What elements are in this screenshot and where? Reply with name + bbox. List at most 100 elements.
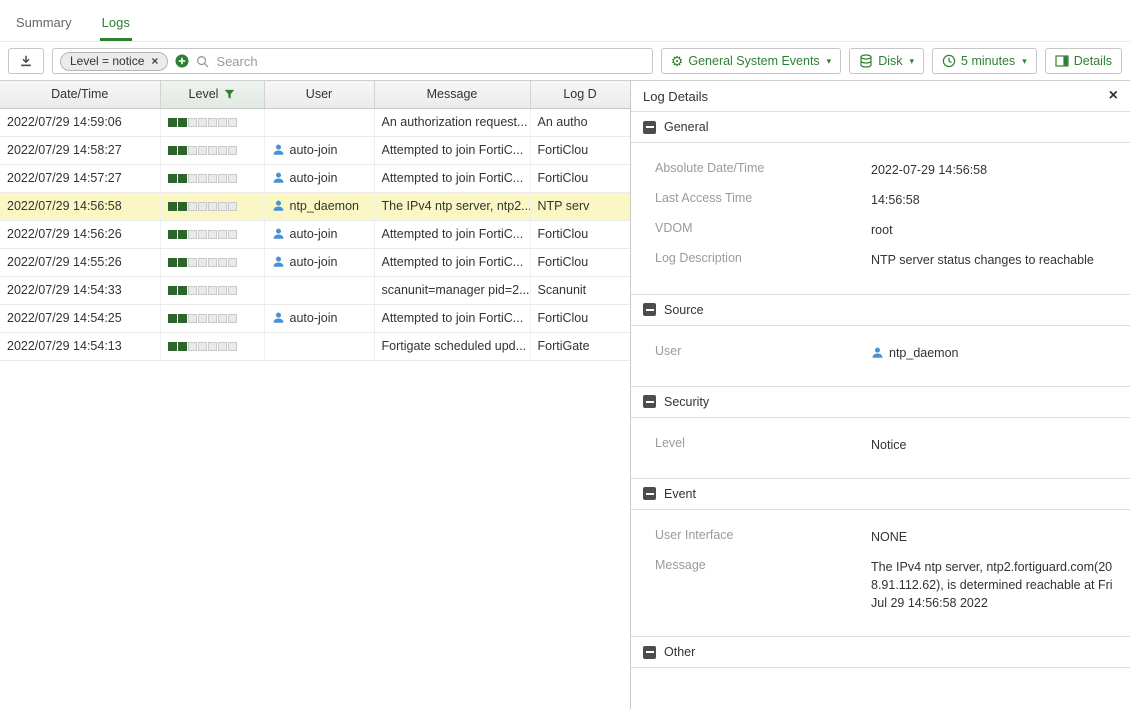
gear-icon: ⚙ bbox=[671, 54, 684, 68]
table-row[interactable]: 2022/07/29 14:55:26 auto-join Attempted … bbox=[0, 248, 630, 276]
table-row[interactable]: 2022/07/29 14:58:27 auto-join Attempted … bbox=[0, 136, 630, 164]
details-panel-title: Log Details bbox=[643, 89, 708, 104]
log-table: Date/Time Level User Message Log D bbox=[0, 81, 631, 361]
field-label: User bbox=[655, 344, 871, 362]
toolbar: Level = notice × ⚙ General System Events… bbox=[0, 42, 1130, 80]
section-title: Security bbox=[664, 395, 709, 409]
field-value: NTP server status changes to reachable bbox=[871, 251, 1114, 269]
user-name: auto-join bbox=[290, 255, 338, 269]
user-icon bbox=[272, 199, 285, 212]
search-box[interactable]: Level = notice × bbox=[52, 48, 653, 74]
table-row[interactable]: 2022/07/29 14:57:27 auto-join Attempted … bbox=[0, 164, 630, 192]
table-row[interactable]: 2022/07/29 14:54:33 scanunit=manager pid… bbox=[0, 276, 630, 304]
cell-log-description: FortiGate bbox=[530, 332, 630, 360]
details-sections: General Absolute Date/Time 2022-07-29 14… bbox=[631, 111, 1130, 709]
cell-level bbox=[160, 304, 264, 332]
time-range-label: 5 minutes bbox=[961, 54, 1015, 68]
collapse-icon[interactable] bbox=[643, 121, 656, 134]
details-toggle-button[interactable]: Details bbox=[1045, 48, 1122, 74]
tab-summary[interactable]: Summary bbox=[14, 4, 74, 41]
table-row[interactable]: 2022/07/29 14:54:25 auto-join Attempted … bbox=[0, 304, 630, 332]
chevron-down-icon: ▾ bbox=[1022, 56, 1027, 67]
disk-icon bbox=[859, 54, 873, 68]
level-indicator bbox=[168, 342, 237, 351]
cell-datetime: 2022/07/29 14:56:26 bbox=[0, 220, 160, 248]
cell-message: The IPv4 ntp server, ntp2... bbox=[374, 192, 530, 220]
log-viewer-app: Summary Logs Level = notice × bbox=[0, 0, 1130, 709]
detail-field: Absolute Date/Time 2022-07-29 14:56:58 bbox=[631, 155, 1130, 185]
section-title: Source bbox=[664, 303, 704, 317]
cell-message: Attempted to join FortiC... bbox=[374, 248, 530, 276]
download-icon bbox=[19, 54, 33, 68]
level-indicator bbox=[168, 258, 237, 267]
filter-chip-remove-icon[interactable]: × bbox=[151, 55, 158, 67]
tab-bar: Summary Logs bbox=[0, 0, 1130, 42]
section-header[interactable]: Other bbox=[631, 636, 1130, 668]
disk-dropdown-label: Disk bbox=[878, 54, 902, 68]
table-header-row: Date/Time Level User Message Log D bbox=[0, 81, 630, 108]
section-header[interactable]: Event bbox=[631, 478, 1130, 510]
cell-log-description: FortiClou bbox=[530, 164, 630, 192]
user-icon bbox=[871, 346, 884, 359]
section-header[interactable]: Source bbox=[631, 294, 1130, 326]
section-fields: Level Notice bbox=[631, 418, 1130, 478]
section-title: General bbox=[664, 120, 708, 134]
cell-message: Fortigate scheduled upd... bbox=[374, 332, 530, 360]
field-value: 2022-07-29 14:56:58 bbox=[871, 161, 1114, 179]
level-indicator bbox=[168, 174, 237, 183]
collapse-icon[interactable] bbox=[643, 303, 656, 316]
field-label: Message bbox=[655, 558, 871, 612]
cell-log-description: FortiClou bbox=[530, 248, 630, 276]
section-header[interactable]: Security bbox=[631, 386, 1130, 418]
column-header-logdesc[interactable]: Log D bbox=[530, 81, 630, 108]
cell-log-description: FortiClou bbox=[530, 136, 630, 164]
close-icon[interactable]: × bbox=[1109, 88, 1118, 104]
user-name: auto-join bbox=[290, 143, 338, 157]
cell-message: Attempted to join FortiC... bbox=[374, 304, 530, 332]
section-header[interactable]: General bbox=[631, 111, 1130, 143]
detail-field: User Interface NONE bbox=[631, 522, 1130, 552]
details-section: Other bbox=[631, 636, 1130, 668]
table-row[interactable]: 2022/07/29 14:56:26 auto-join Attempted … bbox=[0, 220, 630, 248]
column-header-user[interactable]: User bbox=[264, 81, 374, 108]
table-row[interactable]: 2022/07/29 14:59:06 An authorization req… bbox=[0, 108, 630, 136]
events-dropdown[interactable]: ⚙ General System Events ▾ bbox=[661, 48, 841, 74]
user-name: auto-join bbox=[290, 171, 338, 185]
details-section: Event User Interface NONE Message The IP… bbox=[631, 478, 1130, 637]
chevron-down-icon: ▾ bbox=[827, 56, 832, 67]
cell-level bbox=[160, 276, 264, 304]
collapse-icon[interactable] bbox=[643, 395, 656, 408]
collapse-icon[interactable] bbox=[643, 487, 656, 500]
cell-level bbox=[160, 220, 264, 248]
disk-dropdown[interactable]: Disk ▾ bbox=[849, 48, 924, 74]
level-indicator bbox=[168, 146, 237, 155]
collapse-icon[interactable] bbox=[643, 646, 656, 659]
search-input[interactable] bbox=[216, 54, 644, 69]
level-indicator bbox=[168, 118, 237, 127]
column-header-level[interactable]: Level bbox=[160, 81, 264, 108]
field-label: Level bbox=[655, 436, 871, 454]
download-button[interactable] bbox=[8, 48, 44, 74]
column-header-datetime[interactable]: Date/Time bbox=[0, 81, 160, 108]
filter-chip[interactable]: Level = notice × bbox=[60, 52, 168, 71]
tab-logs[interactable]: Logs bbox=[100, 4, 132, 41]
cell-log-description: FortiClou bbox=[530, 220, 630, 248]
user-icon bbox=[272, 171, 285, 184]
column-header-message[interactable]: Message bbox=[374, 81, 530, 108]
add-filter-icon[interactable] bbox=[175, 54, 189, 68]
cell-message: Attempted to join FortiC... bbox=[374, 220, 530, 248]
cell-log-description: Scanunit bbox=[530, 276, 630, 304]
filter-chip-label: Level = notice bbox=[70, 54, 144, 68]
table-row[interactable]: 2022/07/29 14:54:13 Fortigate scheduled … bbox=[0, 332, 630, 360]
events-dropdown-label: General System Events bbox=[688, 54, 819, 68]
clock-icon bbox=[942, 54, 956, 68]
field-value: NONE bbox=[871, 528, 1114, 546]
details-section: Source User ntp_daemon bbox=[631, 294, 1130, 386]
cell-user: auto-join bbox=[264, 220, 374, 248]
field-value: root bbox=[871, 221, 1114, 239]
log-table-body: 2022/07/29 14:59:06 An authorization req… bbox=[0, 108, 630, 360]
detail-field: User ntp_daemon bbox=[631, 338, 1130, 368]
time-range-dropdown[interactable]: 5 minutes ▾ bbox=[932, 48, 1037, 74]
user-icon bbox=[272, 143, 285, 156]
table-row[interactable]: 2022/07/29 14:56:58 ntp_daemon The IPv4 … bbox=[0, 192, 630, 220]
